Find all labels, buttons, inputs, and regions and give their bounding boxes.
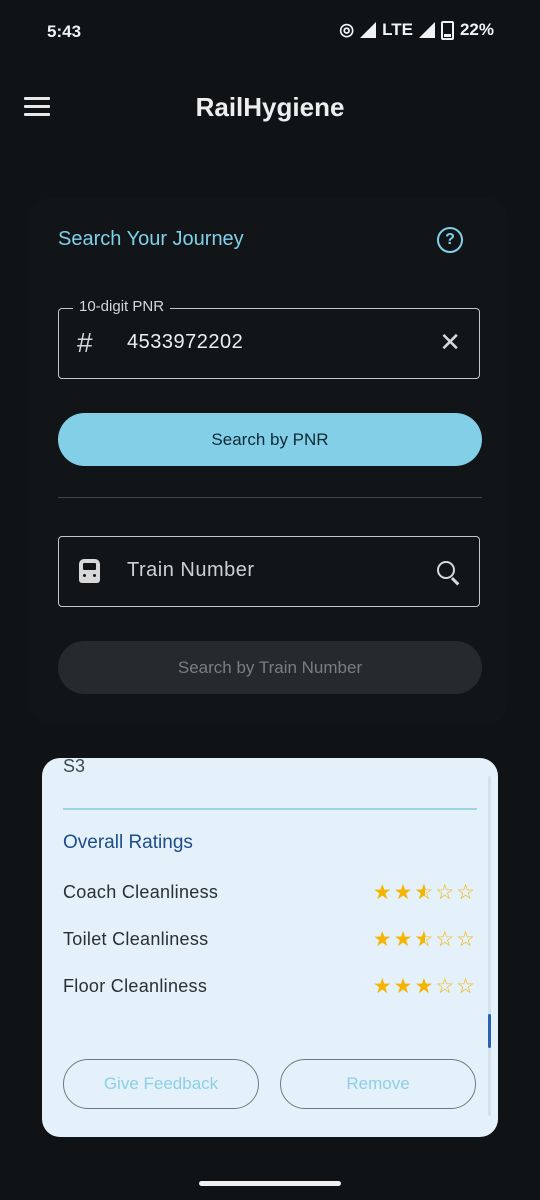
hash-icon: # <box>77 327 93 358</box>
app-bar: RailHygiene <box>0 66 540 150</box>
pnr-value[interactable]: 4533972202 <box>127 331 243 354</box>
signal-icon-2 <box>418 22 435 38</box>
search-card: Search Your Journey ? 10-digit PNR # 453… <box>30 198 508 724</box>
train-number-field[interactable]: Train Number <box>58 536 480 607</box>
train-number-placeholder[interactable]: Train Number <box>127 559 255 582</box>
search-card-title: Search Your Journey <box>58 228 244 250</box>
network-type: LTE <box>382 20 413 39</box>
hotspot-icon: ◎ <box>339 20 355 39</box>
divider <box>58 497 482 498</box>
signal-icon <box>360 22 377 38</box>
battery-level: 22% <box>459 20 494 39</box>
coach-label-clipped: S3 <box>63 758 86 776</box>
scrollbar-track[interactable] <box>488 776 491 1116</box>
result-divider <box>63 808 477 810</box>
app-title: RailHygiene <box>195 92 345 122</box>
overall-ratings-title: Overall Ratings <box>63 832 193 853</box>
rating-row: Coach Cleanliness ★★☆★☆☆ <box>63 880 477 906</box>
star-rating: ★★☆★☆☆ <box>372 928 477 951</box>
help-icon[interactable]: ? <box>437 227 463 253</box>
journey-result-card: S3 Overall Ratings Coach Cleanliness ★★☆… <box>42 758 498 1137</box>
star-rating: ★★★☆☆ <box>372 975 477 998</box>
rating-label: Coach Cleanliness <box>63 882 219 902</box>
search-icon[interactable] <box>437 561 455 579</box>
pnr-label: 10-digit PNR <box>73 298 171 315</box>
remove-button[interactable]: Remove <box>280 1059 476 1109</box>
clear-icon[interactable]: ✕ <box>439 327 461 358</box>
train-icon <box>79 559 100 583</box>
give-feedback-button[interactable]: Give Feedback <box>63 1059 259 1109</box>
rating-label: Toilet Cleanliness <box>63 929 209 949</box>
star-rating: ★★☆★☆☆ <box>372 881 477 904</box>
rating-label: Floor Cleanliness <box>63 976 208 996</box>
search-by-pnr-button[interactable]: Search by PNR <box>58 413 482 466</box>
scrollbar-thumb[interactable] <box>488 1014 491 1048</box>
battery-icon <box>440 20 454 40</box>
pnr-field[interactable]: 10-digit PNR # 4533972202 ✕ <box>58 298 480 379</box>
status-time: 5:43 <box>47 22 82 41</box>
status-icons: ◎ LTE 22% <box>339 20 494 40</box>
rating-row: Floor Cleanliness ★★★☆☆ <box>63 974 477 1000</box>
status-bar: 5:43 ◎ LTE 22% <box>0 0 540 66</box>
search-by-train-button[interactable]: Search by Train Number <box>58 641 482 694</box>
home-indicator[interactable] <box>199 1181 341 1186</box>
rating-row: Toilet Cleanliness ★★☆★☆☆ <box>63 927 477 953</box>
